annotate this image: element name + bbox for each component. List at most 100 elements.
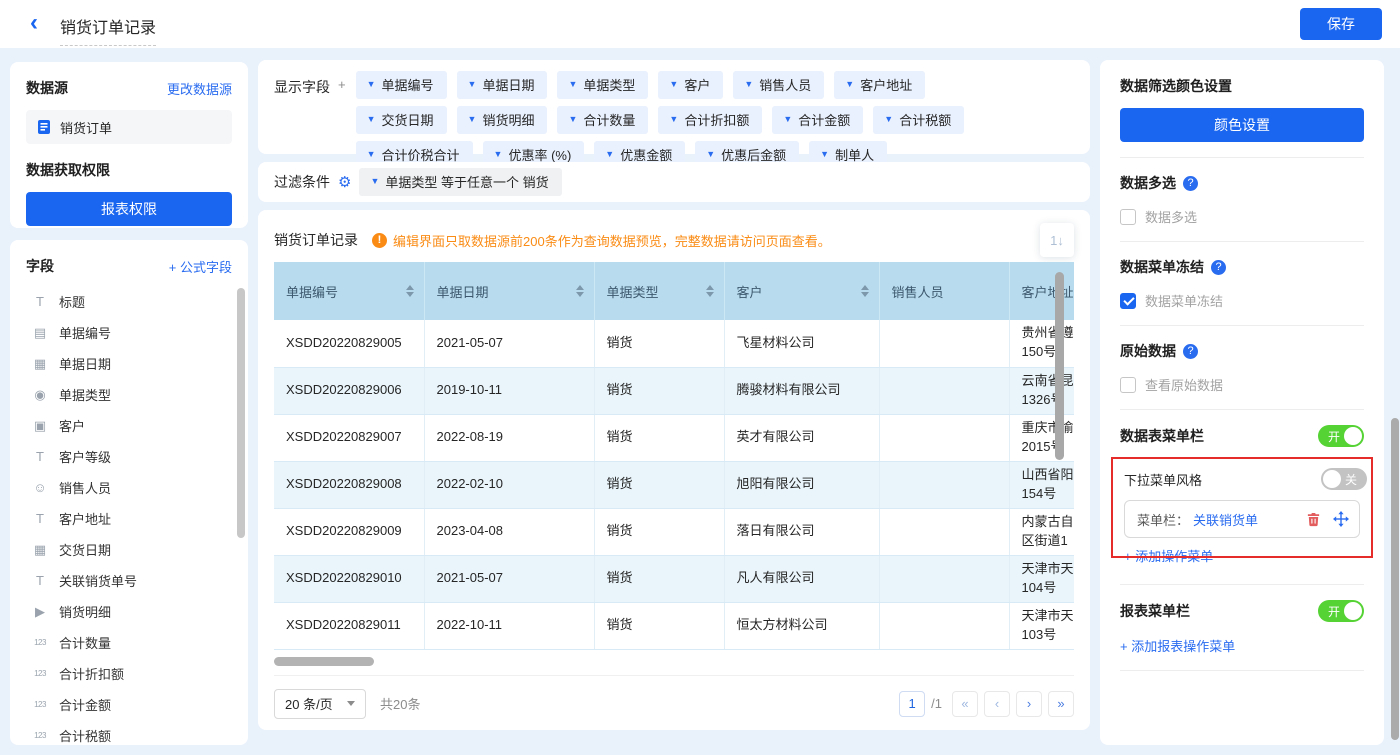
chevron-down-icon: ▼ xyxy=(366,114,376,124)
display-field-chip[interactable]: ▼ 单据类型 xyxy=(557,71,649,99)
column-header[interactable]: 单据编号 xyxy=(274,262,425,320)
display-field-chip[interactable]: ▼ 销售人员 xyxy=(733,71,825,99)
back-icon[interactable]: ‹ xyxy=(30,10,38,36)
display-field-chip[interactable]: ▼ 合计折扣额 xyxy=(658,106,763,134)
sort-carets-icon[interactable] xyxy=(705,285,714,297)
current-page-input[interactable]: 1 xyxy=(899,690,926,717)
field-item[interactable]: 123 合计数量 xyxy=(26,627,232,658)
display-field-chip[interactable]: ▼ 合计数量 xyxy=(557,106,649,134)
field-item[interactable]: T 关联销货单号 xyxy=(26,565,232,596)
add-report-menu-link[interactable]: + 添加报表操作菜单 xyxy=(1120,636,1235,655)
sort-carets-icon[interactable] xyxy=(575,285,584,297)
change-datasource-link[interactable]: 更改数据源 xyxy=(167,79,232,98)
sort-carets-icon[interactable] xyxy=(405,285,414,297)
field-item[interactable]: ▣ 客户 xyxy=(26,410,232,441)
first-page-button[interactable]: « xyxy=(952,690,978,717)
cell: XSDD20220829011 xyxy=(274,602,425,650)
cell: 2021-05-07 xyxy=(424,555,595,603)
column-header[interactable]: 单据类型 xyxy=(594,262,725,320)
window-scrollbar[interactable] xyxy=(1391,418,1399,740)
field-item[interactable]: ☺ 销售人员 xyxy=(26,472,232,503)
cell: 飞星材料公司 xyxy=(724,320,880,368)
warning-banner: ! 编辑界面只取数据源前200条作为查询数据预览，完整数据请访问页面查看。 xyxy=(372,231,831,250)
page-size-select[interactable]: 20 条/页 xyxy=(274,688,366,719)
trash-icon[interactable] xyxy=(1306,512,1321,527)
report-menubar-toggle[interactable]: 开 xyxy=(1318,600,1364,622)
multi-select-checkbox-row[interactable]: 数据多选 xyxy=(1120,207,1364,226)
sort-settings-button[interactable]: 1↓ xyxy=(1040,223,1074,257)
display-field-chip[interactable]: ▼ 客户地址 xyxy=(834,71,926,99)
column-header[interactable]: 单据日期 xyxy=(424,262,595,320)
datasource-item-label: 销货订单 xyxy=(60,120,113,136)
column-header-label: 客户地址 xyxy=(1021,284,1074,300)
display-field-chip[interactable]: ▼ 单据编号 xyxy=(355,71,447,99)
display-field-chip[interactable]: ▼ 销货明细 xyxy=(456,106,548,134)
table-vertical-scrollbar[interactable] xyxy=(1055,272,1064,460)
add-formula-field-link[interactable]: + 公式字段 xyxy=(169,257,232,276)
field-item[interactable]: 123 合计金额 xyxy=(26,689,232,720)
prev-page-button[interactable]: ‹ xyxy=(984,690,1010,717)
report-permission-button[interactable]: 报表权限 xyxy=(26,192,232,226)
datasource-item[interactable]: 销货订单 xyxy=(26,110,232,144)
checkbox-unchecked[interactable] xyxy=(1120,376,1136,393)
dropdown-style-toggle[interactable]: 关 xyxy=(1321,468,1367,490)
checkbox-label: 数据菜单冻结 xyxy=(1145,294,1224,309)
field-item[interactable]: ▶ 销货明细 xyxy=(26,596,232,627)
cell: 销货 xyxy=(594,461,725,509)
column-header[interactable]: 销售人员 xyxy=(879,262,1010,320)
table-row: XSDD20220829006 2019-10-11 销货 腾骏材料有限公司 云南省昆1… xyxy=(274,367,1074,415)
table-menubar-toggle[interactable]: 开 xyxy=(1318,425,1364,447)
display-field-chip[interactable]: ▼ 合计金额 xyxy=(772,106,864,134)
chevron-down-icon: ▼ xyxy=(669,79,679,89)
table-horizontal-scrollbar[interactable] xyxy=(274,656,374,666)
column-header[interactable]: 客户 xyxy=(724,262,880,320)
field-item[interactable]: 123 合计折扣额 xyxy=(26,658,232,689)
display-field-chip[interactable]: ▼ 客户 xyxy=(658,71,724,99)
field-item[interactable]: ◉ 单据类型 xyxy=(26,379,232,410)
save-button[interactable]: 保存 xyxy=(1300,8,1382,40)
chevron-down-icon: ▼ xyxy=(493,149,503,159)
next-page-button[interactable]: › xyxy=(1016,690,1042,717)
color-settings-button[interactable]: 颜色设置 xyxy=(1120,108,1364,142)
menu-freeze-checkbox-row[interactable]: 数据菜单冻结 xyxy=(1120,291,1364,310)
field-item[interactable]: T 客户等级 xyxy=(26,441,232,472)
help-icon[interactable]: ? xyxy=(1183,175,1198,191)
column-header-label: 单据编号 xyxy=(286,284,339,300)
field-item[interactable]: 123 合计税额 xyxy=(26,720,232,745)
chevron-down-icon: ▼ xyxy=(370,176,380,186)
last-page-button[interactable]: » xyxy=(1048,690,1074,717)
linked-sales-order-link[interactable]: 关联销货单 xyxy=(1193,510,1258,529)
move-icon[interactable] xyxy=(1333,511,1349,527)
help-icon[interactable]: ? xyxy=(1211,259,1226,275)
chip-label: 合计数量 xyxy=(583,113,636,128)
checkbox-checked[interactable] xyxy=(1120,292,1136,309)
gear-icon[interactable]: ⚙ xyxy=(338,173,351,191)
cell: 2022-08-19 xyxy=(424,414,595,462)
color-filter-title: 数据筛选颜色设置 xyxy=(1120,78,1232,94)
raw-data-checkbox-row[interactable]: 查看原始数据 xyxy=(1120,375,1364,394)
field-item[interactable]: ▤ 单据编号 xyxy=(26,317,232,348)
chip-label: 销售人员 xyxy=(759,78,812,93)
checkbox-unchecked[interactable] xyxy=(1120,208,1136,225)
page-title[interactable]: 销货订单记录 xyxy=(60,14,157,46)
fields-scrollbar[interactable] xyxy=(237,288,245,538)
add-display-field-button[interactable]: + xyxy=(338,71,348,143)
help-icon[interactable]: ? xyxy=(1183,343,1198,359)
cell: 恒太方材料公司 xyxy=(724,602,880,650)
filter-card: 过滤条件 ⚙ ▼ 单据类型 等于任意一个 销货 xyxy=(258,162,1090,202)
display-field-chip[interactable]: ▼ 交货日期 xyxy=(355,106,447,134)
display-field-chip[interactable]: ▼ 单据日期 xyxy=(456,71,548,99)
table-row: XSDD20220829007 2022-08-19 销货 英才有限公司 重庆市渝201… xyxy=(274,414,1074,462)
field-item[interactable]: ▦ 单据日期 xyxy=(26,348,232,379)
column-header[interactable]: 客户地址 xyxy=(1009,262,1074,320)
chip-label: 交货日期 xyxy=(381,113,434,128)
sort-carets-icon[interactable] xyxy=(860,285,869,297)
field-item[interactable]: T 标题 xyxy=(26,286,232,317)
cell: XSDD20220829006 xyxy=(274,367,425,415)
cell: 2021-05-07 xyxy=(424,320,595,368)
field-item[interactable]: T 客户地址 xyxy=(26,503,232,534)
field-item[interactable]: ▦ 交货日期 xyxy=(26,534,232,565)
filter-condition-chip[interactable]: ▼ 单据类型 等于任意一个 销货 xyxy=(359,168,562,196)
chip-label: 合计税额 xyxy=(899,113,952,128)
display-field-chip[interactable]: ▼ 合计税额 xyxy=(873,106,965,134)
